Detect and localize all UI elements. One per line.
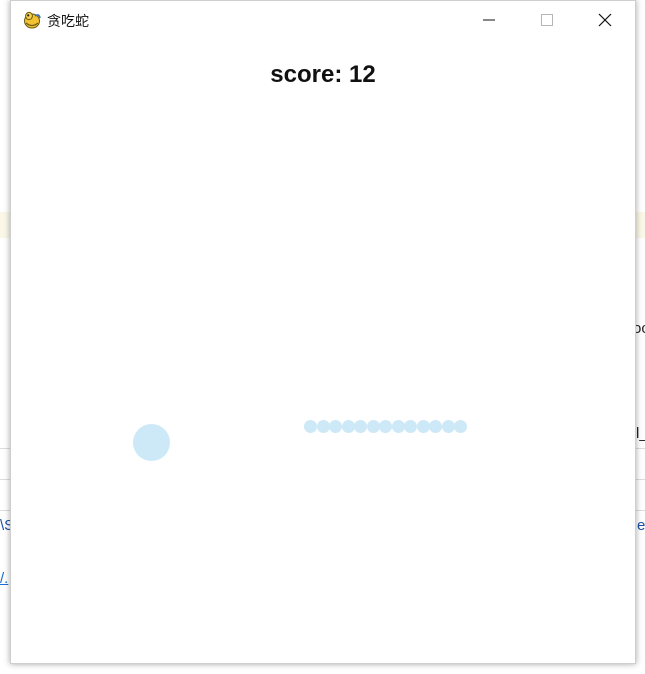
snake-segment [404, 420, 417, 433]
maximize-button[interactable] [518, 1, 576, 39]
window-title: 贪吃蛇 [47, 14, 89, 30]
snake-segment [416, 420, 430, 433]
score-label: score: 12 [270, 61, 376, 88]
snake-segment [391, 420, 405, 433]
snake-body [304, 420, 474, 434]
game-window: 贪吃蛇 score: 12 [10, 0, 636, 664]
game-canvas[interactable]: score: 12 [11, 39, 635, 663]
snake-segment [379, 420, 392, 433]
snake-segment [454, 420, 467, 433]
close-icon [598, 13, 612, 27]
title-bar[interactable]: 贪吃蛇 [11, 1, 635, 39]
snake-segment [429, 420, 442, 433]
snake-segment [316, 420, 330, 433]
maximize-icon [541, 14, 553, 26]
snake-segment [354, 420, 367, 433]
close-button[interactable] [576, 1, 634, 39]
python-snake-icon [22, 10, 42, 30]
snake-segment [366, 420, 380, 433]
snake-segment [329, 420, 342, 433]
background-text-fragment: l_ [636, 425, 645, 442]
background-text-fragment: e [637, 517, 645, 534]
minimize-button[interactable] [460, 1, 518, 39]
snake-segment [441, 420, 455, 433]
snake-segment [341, 420, 355, 433]
food-pellet [133, 424, 170, 461]
snake-segment [304, 420, 317, 433]
background-link-fragment[interactable]: /. [0, 570, 8, 587]
minimize-icon [483, 19, 495, 21]
